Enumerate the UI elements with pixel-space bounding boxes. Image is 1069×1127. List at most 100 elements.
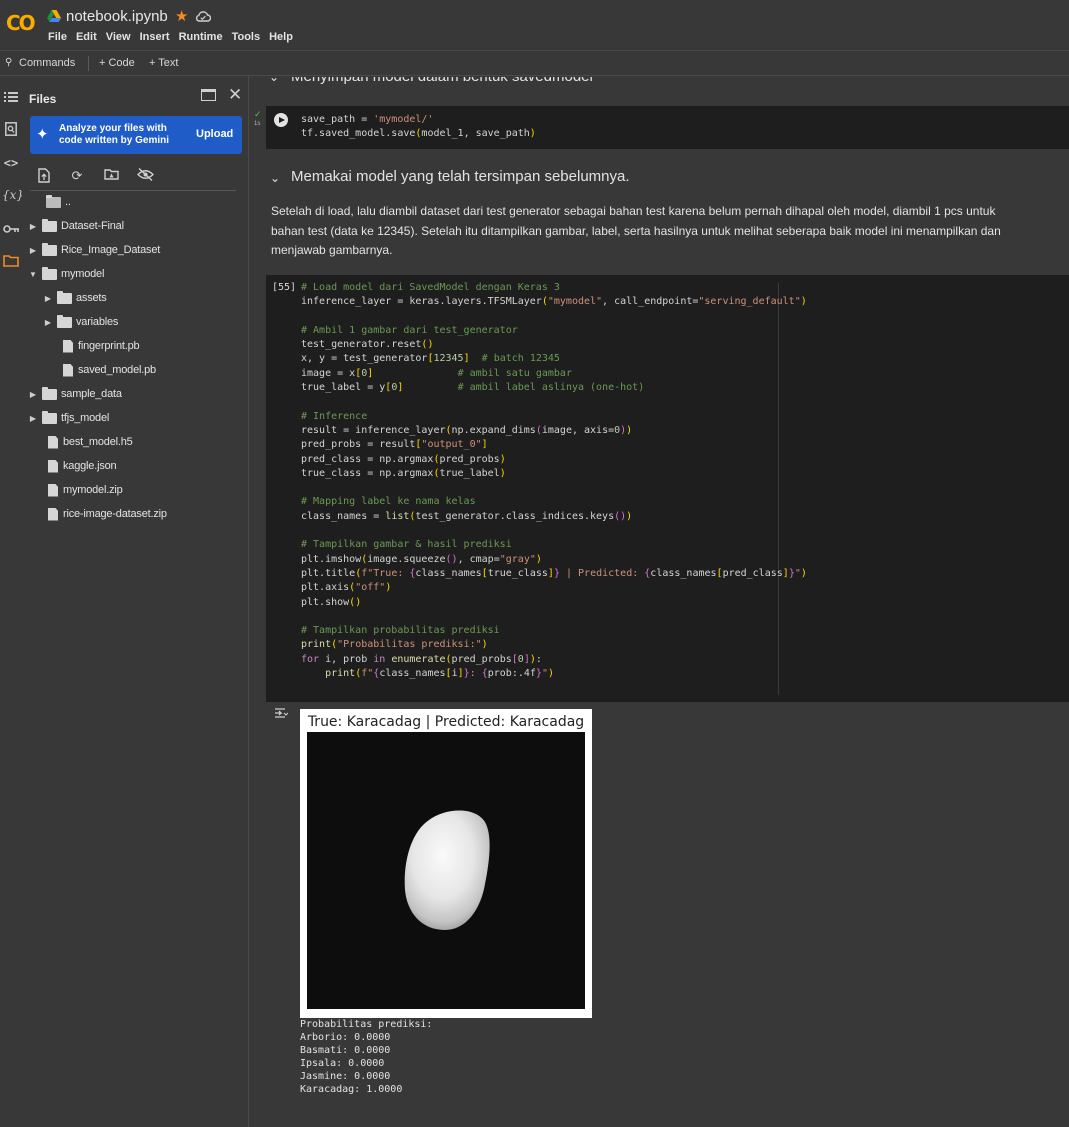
files-panel: Files ✕ ✦ Analyze your files with code w… — [22, 76, 249, 1127]
close-icon[interactable]: ✕ — [228, 85, 242, 105]
table-of-contents-icon[interactable] — [2, 90, 20, 108]
check-icon: ✓ — [254, 109, 262, 119]
search-icon: ⚲ — [5, 57, 13, 68]
google-drive-icon — [47, 10, 61, 22]
tree-item-mymodel[interactable]: ▼ mymodel — [28, 263, 104, 285]
tree-item-fingerprint-pb[interactable]: fingerprint.pb — [61, 335, 140, 357]
code-editor[interactable]: # Load model dari SavedModel dengan Kera… — [301, 281, 807, 681]
file-icon — [48, 435, 58, 449]
refresh-icon[interactable]: ⟳ — [69, 168, 85, 184]
tree-item-rice-image-dataset[interactable]: ▶ Rice_Image_Dataset — [28, 239, 160, 261]
output-line: Probabilitas prediksi: — [300, 1019, 433, 1030]
menu-tools[interactable]: Tools — [232, 31, 261, 43]
folder-icon — [42, 266, 57, 280]
menu-file[interactable]: File — [48, 31, 67, 43]
notebook-toolbar: ⚲ Commands + Code + Text — [0, 50, 1069, 76]
menu-edit[interactable]: Edit — [76, 31, 97, 43]
file-icon — [63, 363, 73, 377]
run-cell-button[interactable] — [274, 113, 288, 127]
code-editor[interactable]: save_path = 'mymodel/' tf.saved_model.sa… — [301, 113, 536, 142]
menu-view[interactable]: View — [106, 31, 131, 43]
code-line: tf.saved_model.save(model_1, save_path) — [301, 128, 536, 140]
output-line: Basmati: 0.0000 — [300, 1045, 391, 1056]
execution-count: [55] — [272, 282, 297, 293]
files-panel-title: Files — [29, 92, 57, 106]
gemini-sparkle-icon: ✦ — [36, 126, 49, 143]
file-icon — [48, 507, 58, 521]
tree-item-best-model-h5[interactable]: best_model.h5 — [46, 431, 133, 453]
chevron-right-icon[interactable]: ▶ — [43, 294, 53, 303]
menu-runtime[interactable]: Runtime — [179, 31, 223, 43]
find-replace-icon[interactable] — [2, 122, 20, 140]
section-heading: Memakai model yang telah tersimpan sebel… — [291, 168, 630, 185]
tree-item-variables[interactable]: ▶ variables — [43, 311, 118, 333]
file-icon — [63, 339, 73, 353]
add-code-button[interactable]: + Code — [99, 57, 135, 69]
file-icon — [48, 459, 58, 473]
cell-status: ✓ 1s — [250, 106, 266, 149]
chevron-down-icon[interactable]: ⌄ — [269, 77, 279, 84]
folder-icon — [42, 242, 57, 256]
plot-title: True: Karacadag | Predicted: Karacadag — [307, 714, 585, 730]
chevron-right-icon[interactable]: ▶ — [28, 414, 38, 423]
code-line: save_path = 'mymodel/' — [301, 114, 434, 125]
menu-bar: File Edit View Insert Runtime Tools Help — [48, 31, 302, 43]
code-snippets-icon[interactable]: <> — [2, 154, 20, 172]
left-icon-rail: <> {x} — [0, 76, 24, 1127]
rice-grain-image — [307, 732, 585, 1009]
output-line: Karacadag: 1.0000 — [300, 1084, 403, 1095]
chevron-down-icon[interactable]: ▼ — [28, 270, 38, 279]
tree-item-dataset-final[interactable]: ▶ Dataset-Final — [28, 215, 124, 237]
variables-icon[interactable]: {x} — [2, 186, 24, 204]
chevron-right-icon[interactable]: ▶ — [43, 318, 53, 327]
open-in-window-icon[interactable] — [201, 89, 216, 101]
print-output: Probabilitas prediksi: Arborio: 0.0000 B… — [300, 1018, 432, 1096]
toolbar-divider — [88, 56, 89, 71]
notebook-main: ⌄ Menyimpan model dalam bentuk savedmode… — [250, 77, 1069, 1127]
upload-button[interactable]: Upload — [196, 128, 233, 140]
gemini-banner-text: Analyze your files with code written by … — [59, 123, 170, 146]
output-line: Ipsala: 0.0000 — [300, 1058, 385, 1069]
files-folder-icon[interactable] — [2, 254, 20, 272]
gemini-analyze-banner[interactable]: ✦ Analyze your files with code written b… — [30, 116, 242, 154]
file-icon — [48, 483, 58, 497]
exec-time: 1s — [254, 121, 261, 127]
output-actions-icon[interactable] — [274, 708, 289, 720]
folder-icon — [42, 386, 57, 400]
tree-item-assets[interactable]: ▶ assets — [43, 287, 107, 309]
commands-button[interactable]: Commands — [19, 57, 75, 69]
markdown-paragraph: Setelah di load, lalu diambil dataset da… — [271, 204, 1001, 257]
star-icon[interactable]: ★ — [175, 7, 188, 25]
chevron-right-icon[interactable]: ▶ — [28, 390, 38, 399]
upload-file-icon[interactable] — [36, 168, 52, 184]
folder-icon — [57, 314, 72, 328]
output-line: Jasmine: 0.0000 — [300, 1071, 391, 1082]
chevron-right-icon[interactable]: ▶ — [28, 246, 38, 255]
folder-icon — [42, 410, 57, 424]
code-cell-save-model[interactable]: save_path = 'mymodel/' tf.saved_model.sa… — [266, 106, 1069, 149]
menu-help[interactable]: Help — [269, 31, 293, 43]
cloud-saved-icon[interactable] — [195, 10, 211, 22]
add-text-button[interactable]: + Text — [149, 57, 178, 69]
chevron-right-icon[interactable]: ▶ — [28, 222, 38, 231]
mount-drive-icon[interactable] — [103, 168, 119, 184]
tree-item-saved-model-pb[interactable]: saved_model.pb — [61, 359, 156, 381]
colab-logo[interactable]: CO — [6, 11, 36, 35]
folder-open-icon — [46, 194, 61, 208]
plot-output: True: Karacadag | Predicted: Karacadag — [300, 709, 592, 1018]
tree-item-parent[interactable]: .. — [46, 191, 71, 213]
folder-icon — [42, 218, 57, 232]
menu-insert[interactable]: Insert — [140, 31, 170, 43]
tree-item-kaggle-json[interactable]: kaggle.json — [46, 455, 117, 477]
app-header: CO notebook.ipynb ★ File Edit View Inser… — [0, 0, 1069, 50]
tree-item-tfjs-model[interactable]: ▶ tfjs_model — [28, 407, 109, 429]
hide-hidden-files-icon[interactable] — [137, 167, 154, 184]
chevron-down-icon[interactable]: ⌄ — [270, 171, 280, 185]
tree-item-rice-image-dataset-zip[interactable]: rice-image-dataset.zip — [46, 503, 167, 525]
folder-icon — [57, 290, 72, 304]
tree-item-sample-data[interactable]: ▶ sample_data — [28, 383, 122, 405]
code-cell-inference[interactable]: [55] # Load model dari SavedModel dengan… — [266, 275, 1069, 702]
tree-item-mymodel-zip[interactable]: mymodel.zip — [46, 479, 123, 501]
secrets-key-icon[interactable] — [2, 221, 20, 239]
notebook-title[interactable]: notebook.ipynb — [66, 8, 168, 25]
